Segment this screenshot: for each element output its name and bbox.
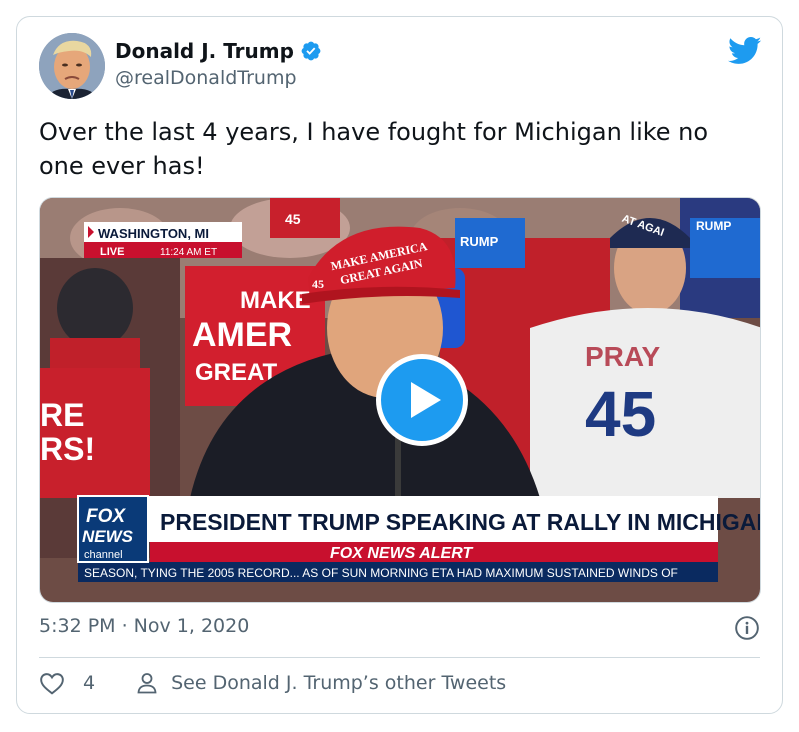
timestamp[interactable]: 5:32 PM · Nov 1, 2020	[39, 615, 249, 637]
person-icon	[137, 673, 157, 694]
tweet-text: Over the last 4 years, I have fought for…	[39, 118, 709, 180]
divider	[39, 657, 760, 658]
info-icon[interactable]	[734, 615, 760, 641]
ticker-text: SEASON, TYING THE 2005 RECORD... AS OF S…	[84, 566, 678, 580]
play-icon	[411, 382, 441, 418]
left-sign-1: RE	[40, 397, 84, 433]
logo-line3: channel	[84, 549, 123, 561]
left-sign-2: RS!	[40, 431, 95, 467]
sign-line1: MAKE	[240, 287, 311, 314]
play-button[interactable]	[376, 354, 468, 446]
hat-side-text: 45	[312, 277, 324, 291]
avatar[interactable]	[39, 33, 105, 99]
alert-label: FOX NEWS ALERT	[330, 545, 473, 562]
twitter-bird-icon[interactable]	[728, 37, 762, 65]
hat2-text: 45	[285, 211, 301, 227]
shirt-line1: PRAY	[585, 341, 661, 372]
live-label: LIVE	[100, 246, 124, 258]
shirt-line2: 45	[585, 378, 656, 450]
action-bar: 4 See Donald J. Trump’s other Tweets	[39, 671, 506, 695]
right-mask-text: RUMP	[696, 219, 731, 233]
mask-text: RUMP	[460, 234, 499, 249]
live-time: 11:24 AM ET	[160, 247, 217, 258]
heart-icon[interactable]	[39, 671, 65, 695]
tweet-card[interactable]: Donald J. Trump @realDonaldTrump Over th…	[16, 16, 783, 714]
logo-line1: FOX	[86, 506, 126, 527]
handle[interactable]: @realDonaldTrump	[115, 67, 297, 89]
like-count[interactable]: 4	[83, 672, 95, 694]
sign-line2: AMER	[192, 316, 292, 354]
logo-line2: NEWS	[82, 527, 134, 546]
headline: PRESIDENT TRUMP SPEAKING AT RALLY IN MIC…	[160, 509, 761, 535]
see-other-tweets-link[interactable]: See Donald J. Trump’s other Tweets	[171, 672, 506, 694]
video-player[interactable]: 45 RUMP RUMP AT AGAI PRAY 45 P RE RS	[39, 197, 761, 603]
location-label: WASHINGTON, MI	[98, 226, 209, 241]
display-name[interactable]: Donald J. Trump	[115, 39, 294, 63]
verified-badge-icon	[301, 41, 321, 61]
